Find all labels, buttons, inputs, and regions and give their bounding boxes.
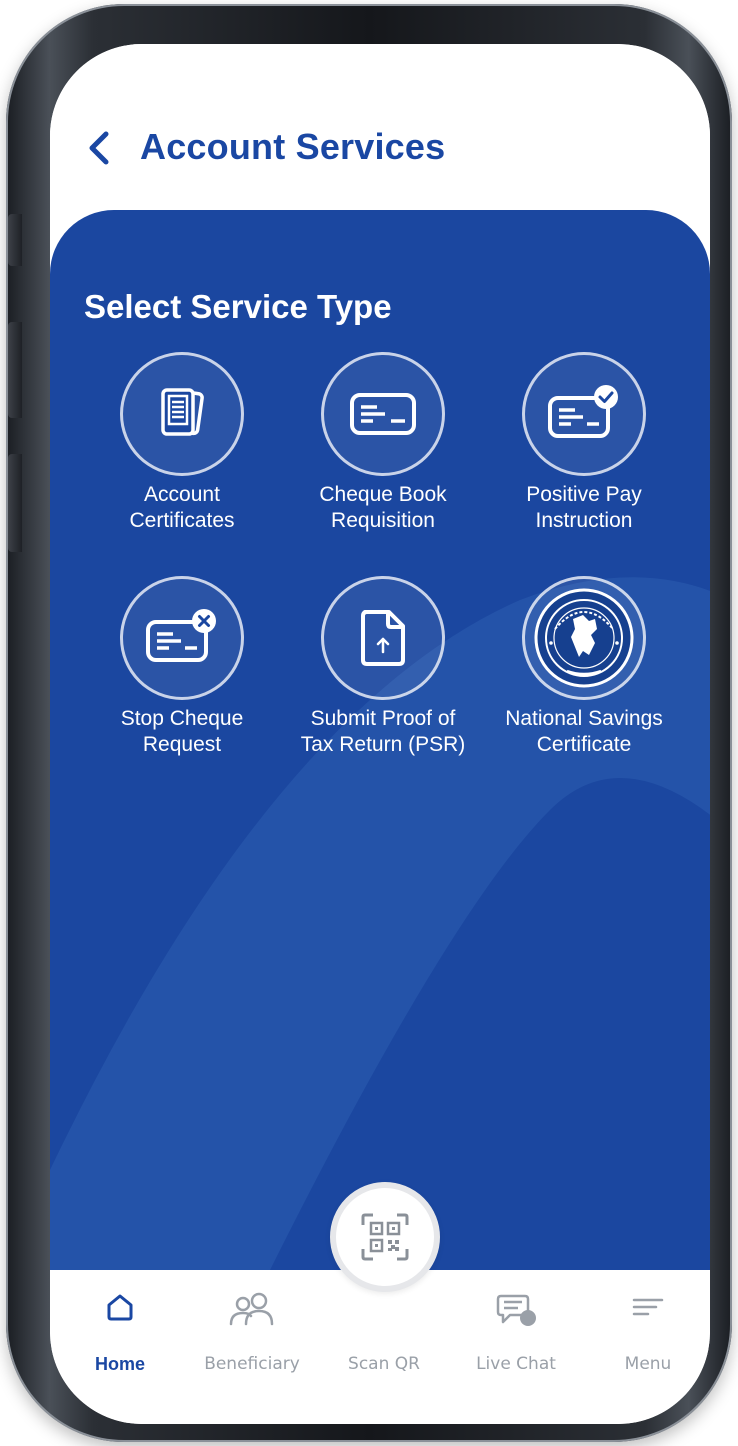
- cheque-cancel-icon: [146, 609, 216, 662]
- home-icon: [107, 1294, 133, 1321]
- page-title: Account Services: [140, 126, 446, 167]
- service-icon-circle: [120, 576, 244, 700]
- scan-qr-button[interactable]: [330, 1182, 440, 1292]
- file-upload-icon: [361, 610, 405, 666]
- service-label: Account Certificates: [82, 482, 282, 534]
- service-label: Positive Pay Instruction: [484, 482, 684, 534]
- service-icon-circle: [321, 576, 445, 700]
- service-label-line2: Request: [142, 733, 222, 756]
- app-screen: Account Services Select Service Type Acc…: [50, 44, 710, 1424]
- nav-label: Home: [94, 1354, 145, 1374]
- service-label-line2: Certificate: [536, 733, 632, 756]
- service-stop-cheque-request[interactable]: Stop Cheque Request: [82, 576, 282, 758]
- service-account-certificates[interactable]: Account Certificates: [82, 352, 282, 534]
- service-icon-circle: [120, 352, 244, 476]
- service-label: Stop Cheque Request: [82, 706, 282, 758]
- document-stack-icon: [161, 388, 204, 436]
- cheque-icon: [350, 393, 416, 435]
- service-cheque-book-requisition[interactable]: Cheque Book Requisition: [283, 352, 483, 534]
- service-label-line1: Positive Pay: [526, 483, 642, 506]
- service-label-line2: Requisition: [331, 509, 435, 532]
- nav-label: Scan QR: [348, 1354, 420, 1374]
- national-seal-icon: [534, 588, 634, 688]
- bottom-navigation: Home Beneficiary Scan QR Live Chat Menu: [50, 1270, 710, 1424]
- service-label-line2: Instruction: [535, 509, 633, 532]
- service-label: Submit Proof of Tax Return (PSR): [283, 706, 483, 758]
- menu-icon: [632, 1298, 664, 1316]
- service-positive-pay-instruction[interactable]: Positive Pay Instruction: [484, 352, 684, 534]
- service-submit-proof-of-tax-return[interactable]: Submit Proof of Tax Return (PSR): [283, 576, 483, 758]
- nav-label: Beneficiary: [204, 1354, 300, 1374]
- cheque-check-icon: [548, 385, 618, 438]
- service-icon-circle: [321, 352, 445, 476]
- app-header: Account Services: [50, 44, 710, 209]
- service-label-line1: Stop Cheque: [120, 707, 244, 730]
- service-icon-circle: [522, 576, 646, 700]
- service-label-line2: Tax Return (PSR): [300, 733, 466, 756]
- back-arrow-icon[interactable]: [82, 128, 116, 168]
- chat-icon: [496, 1294, 536, 1326]
- service-label: National Savings Certificate: [484, 706, 684, 758]
- volume-up-button: [8, 322, 22, 418]
- service-label-line1: Submit Proof of: [310, 707, 456, 730]
- service-label: Cheque Book Requisition: [283, 482, 483, 534]
- volume-down-button: [8, 454, 22, 552]
- service-label-line1: National Savings: [505, 707, 663, 730]
- service-label-line1: Cheque Book: [319, 483, 447, 506]
- service-icon-circle: [522, 352, 646, 476]
- side-button: [8, 214, 22, 266]
- nav-label: Menu: [624, 1354, 672, 1374]
- phone-frame: Account Services Select Service Type Acc…: [6, 4, 732, 1442]
- qr-code-icon: [361, 1213, 409, 1261]
- service-label-line2: Certificates: [129, 509, 235, 532]
- service-label-line1: Account: [144, 483, 220, 506]
- people-icon: [229, 1292, 274, 1326]
- section-title: Select Service Type: [84, 288, 392, 325]
- nav-label: Live Chat: [476, 1354, 556, 1374]
- service-panel: Select Service Type Account Certificates…: [50, 210, 710, 1270]
- service-national-savings-certificate[interactable]: National Savings Certificate: [484, 576, 684, 758]
